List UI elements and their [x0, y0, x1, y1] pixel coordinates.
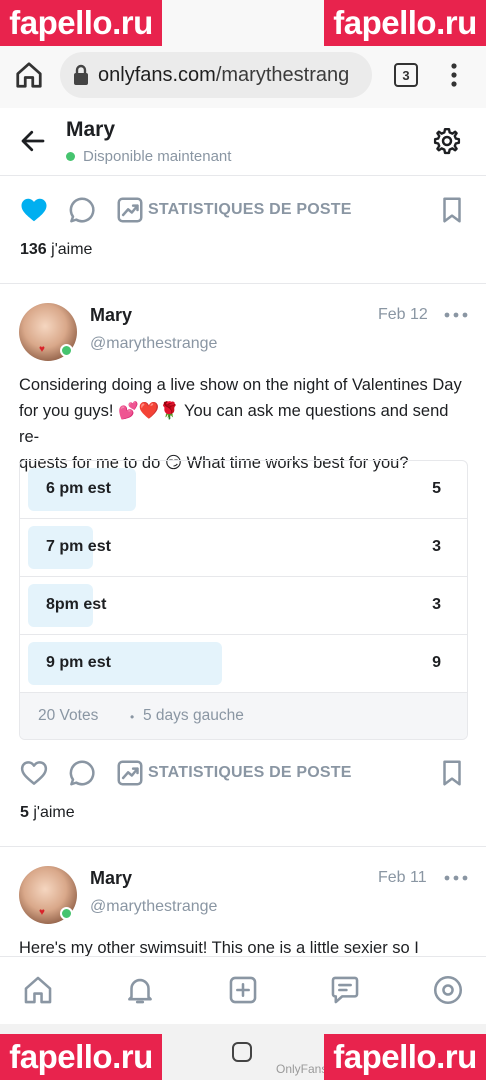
profile-icon[interactable]	[431, 973, 465, 1007]
statistics-icon[interactable]	[115, 758, 145, 788]
post-text-line: for you guys! 💕❤️🌹 You can ask me questi…	[19, 402, 449, 446]
heart-filled-icon[interactable]	[19, 195, 49, 225]
system-caption: OnlyFans	[276, 1062, 328, 1076]
post-date: Feb 12	[378, 306, 428, 323]
bottom-nav	[0, 956, 486, 1024]
arrow-back-icon[interactable]	[18, 126, 48, 156]
url-text: onlyfans.com/marythestrang	[98, 63, 350, 86]
post-divider	[0, 283, 486, 284]
more-horiz-icon[interactable]	[444, 310, 468, 320]
bell-icon[interactable]	[123, 973, 157, 1007]
watermark: fapello.ru	[0, 0, 162, 46]
poll-option-label: 9 pm est	[46, 654, 111, 671]
statistics-icon[interactable]	[115, 195, 145, 225]
poll-votes-total: 20 Votes	[38, 707, 99, 724]
home-icon[interactable]	[21, 973, 55, 1007]
poll: 6 pm est 5 7 pm est 3 8pm est 3 9 pm est…	[19, 460, 468, 740]
post-actions: STATISTIQUES DE POSTE	[0, 750, 486, 798]
profile-header: Mary Disponible maintenant	[0, 108, 486, 176]
add-post-icon[interactable]	[226, 973, 260, 1007]
profile-name[interactable]: Mary	[66, 118, 115, 142]
presence-status: Disponible maintenant	[66, 148, 231, 165]
home-icon[interactable]	[14, 60, 44, 90]
poll-time-left: 5 days gauche	[143, 707, 244, 724]
poll-option[interactable]: 7 pm est 3	[20, 519, 467, 577]
watermark: fapello.ru	[324, 0, 486, 46]
lock-icon	[74, 64, 88, 85]
poll-option[interactable]: 6 pm est 5	[20, 461, 467, 519]
post-text-line: Considering doing a live show on the nig…	[19, 376, 462, 394]
post-actions-prev: STATISTIQUES DE POSTE	[0, 187, 486, 235]
poll-option-label: 7 pm est	[46, 538, 111, 555]
post-text: Here's my other swimsuit! This one is a …	[19, 939, 419, 956]
address-bar[interactable]: onlyfans.com/marythestrang	[60, 52, 372, 98]
post-author-handle[interactable]: @marythestrange	[90, 335, 217, 353]
poll-option-label: 6 pm est	[46, 480, 111, 497]
poll-option[interactable]: 8pm est 3	[20, 577, 467, 635]
online-dot	[66, 152, 75, 161]
tab-count: 3	[402, 67, 410, 83]
post-author-handle[interactable]: @marythestrange	[90, 898, 217, 916]
poll-option-votes: 3	[432, 596, 441, 613]
online-dot	[60, 344, 73, 357]
post-divider	[0, 846, 486, 847]
bookmark-icon[interactable]	[437, 758, 467, 788]
likes-count: 5 j'aime	[20, 804, 75, 821]
poll-option-votes: 5	[432, 480, 441, 497]
presence-text: Disponible maintenant	[83, 148, 232, 165]
system-home-icon[interactable]	[232, 1042, 252, 1062]
bookmark-icon[interactable]	[437, 195, 467, 225]
watermark: fapello.ru	[0, 1034, 162, 1080]
comment-icon[interactable]	[67, 195, 97, 225]
poll-option-votes: 9	[432, 654, 441, 671]
gear-icon[interactable]	[432, 126, 462, 156]
post-author-name[interactable]: Mary	[90, 868, 132, 889]
post-stats-link[interactable]: STATISTIQUES DE POSTE	[148, 764, 352, 782]
messages-icon[interactable]	[328, 973, 362, 1007]
watermark: fapello.ru	[324, 1034, 486, 1080]
comment-icon[interactable]	[67, 758, 97, 788]
tabs-icon[interactable]: 3	[394, 63, 418, 87]
poll-option[interactable]: 9 pm est 9	[20, 635, 467, 693]
heart-icon[interactable]	[19, 758, 49, 788]
poll-footer: 20 Votes • 5 days gauche	[20, 693, 467, 739]
post-date: Feb 11	[378, 869, 427, 886]
poll-option-votes: 3	[432, 538, 441, 555]
post-stats-link[interactable]: STATISTIQUES DE POSTE	[148, 201, 352, 219]
more-horiz-icon[interactable]	[444, 873, 468, 883]
post-author-name[interactable]: Mary	[90, 305, 132, 326]
likes-count: 136 j'aime	[20, 241, 93, 258]
poll-option-label: 8pm est	[46, 596, 107, 613]
more-vert-icon[interactable]	[446, 60, 462, 90]
online-dot	[60, 907, 73, 920]
poll-separator: •	[130, 710, 135, 724]
